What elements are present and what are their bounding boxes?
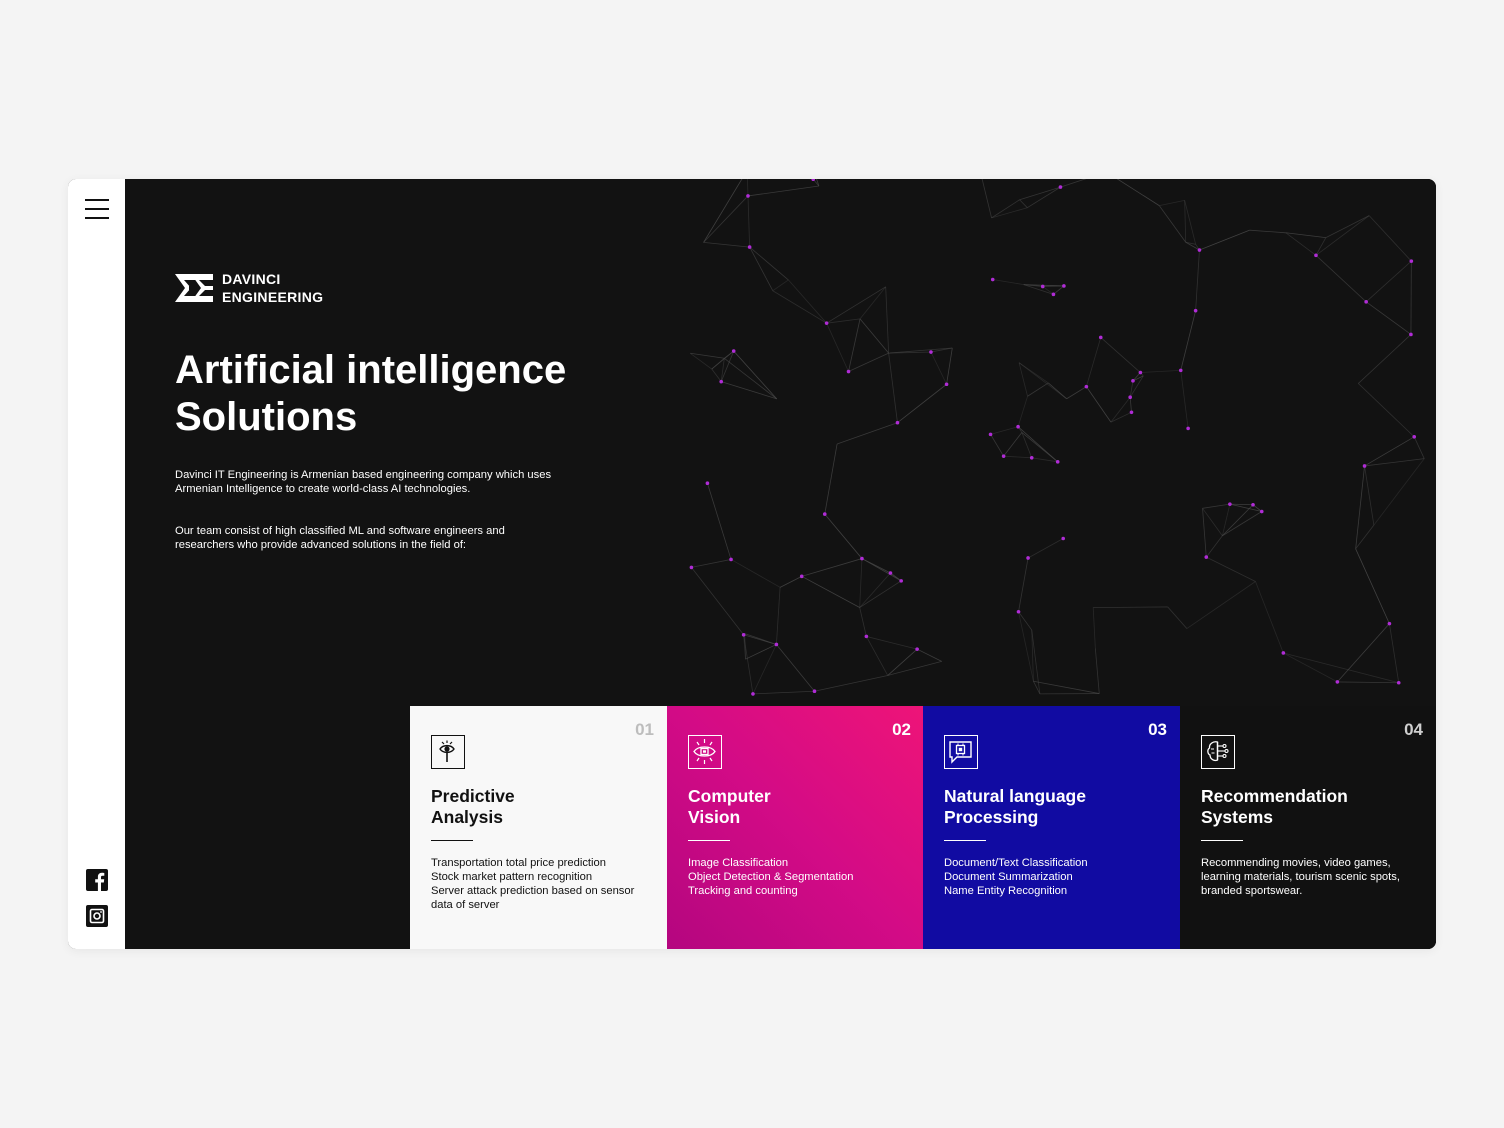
card-divider [688, 840, 730, 841]
service-card-predictive-analysis[interactable]: 01 Predictive Analysis Transportation to… [410, 706, 667, 949]
card-title: Computer Vision [688, 786, 903, 828]
card-title: Recommendation Systems [1201, 786, 1416, 828]
card-divider [944, 840, 986, 841]
eye-magnifier-icon [431, 735, 465, 769]
side-rail [68, 179, 125, 949]
app-frame: DAVINCI ENGINEERING Artificial intellige… [68, 179, 1436, 949]
card-number: 02 [892, 720, 911, 739]
card-divider [431, 840, 473, 841]
hamburger-menu-icon[interactable] [85, 199, 109, 219]
hero-title-line-2: Solutions [175, 395, 358, 439]
chat-chip-icon [944, 735, 978, 769]
hero-paragraph-2: Our team consist of high classified ML a… [175, 525, 505, 551]
card-title-line-2: Systems [1201, 807, 1273, 827]
davinci-logo-icon [175, 274, 213, 302]
hero-title-line-1: Artificial intelligence [175, 348, 567, 392]
brand-line-2: ENGINEERING [222, 289, 324, 305]
service-card-natural-language-processing[interactable]: 03 Natural language Processing Document/… [923, 706, 1180, 949]
card-title-line-2: Vision [688, 807, 741, 827]
hero-paragraph-1: Davinci IT Engineering is Armenian based… [175, 469, 552, 495]
card-divider [1201, 840, 1243, 841]
brand-logo[interactable]: DAVINCI ENGINEERING [175, 270, 323, 306]
card-number: 01 [635, 720, 654, 739]
card-item: Document Summarization [944, 871, 1073, 883]
card-title: Predictive Analysis [431, 786, 646, 828]
card-item: Server attack prediction based on sensor… [431, 885, 635, 911]
card-title-line-1: Computer [688, 786, 771, 806]
card-items: Transportation total price prediction St… [431, 856, 646, 912]
network-background [689, 179, 1425, 696]
facebook-icon[interactable] [86, 869, 108, 891]
card-title: Natural language Processing [944, 786, 1159, 828]
card-title-line-2: Processing [944, 807, 1039, 827]
card-item: Stock market pattern recognition [431, 871, 593, 883]
main-panel: DAVINCI ENGINEERING Artificial intellige… [125, 179, 1436, 949]
service-card-computer-vision[interactable]: 02 Computer Vision Image Classification … [667, 706, 924, 949]
card-number: 04 [1404, 720, 1423, 739]
card-item: Object Detection & Segmentation [688, 871, 854, 883]
vision-chip-icon [688, 735, 722, 769]
card-item: Name Entity Recognition [944, 885, 1068, 897]
card-title-line-2: Analysis [431, 807, 503, 827]
card-title-line-1: Predictive [431, 786, 515, 806]
card-items: Document/Text Classification Document Su… [944, 856, 1159, 898]
card-item: Transportation total price prediction [431, 857, 606, 869]
card-items: Recommending movies, video games, learni… [1201, 856, 1416, 898]
card-title-line-1: Natural language [944, 786, 1086, 806]
service-card-recommendation-systems[interactable]: 04 Recommendation Systems Recommending m… [1180, 706, 1436, 949]
instagram-icon[interactable] [86, 905, 108, 927]
card-item: Image Classification [688, 857, 789, 869]
card-items: Image Classification Object Detection & … [688, 856, 903, 898]
brain-circuit-icon [1201, 735, 1235, 769]
card-item: Tracking and counting [688, 885, 798, 897]
hero-title: Artificial intelligence Solutions [175, 347, 675, 441]
brand-line-1: DAVINCI [222, 271, 281, 287]
card-title-line-1: Recommendation [1201, 786, 1348, 806]
card-item: Recommending movies, video games, learni… [1201, 857, 1400, 897]
card-number: 03 [1148, 720, 1167, 739]
card-item: Document/Text Classification [944, 857, 1088, 869]
